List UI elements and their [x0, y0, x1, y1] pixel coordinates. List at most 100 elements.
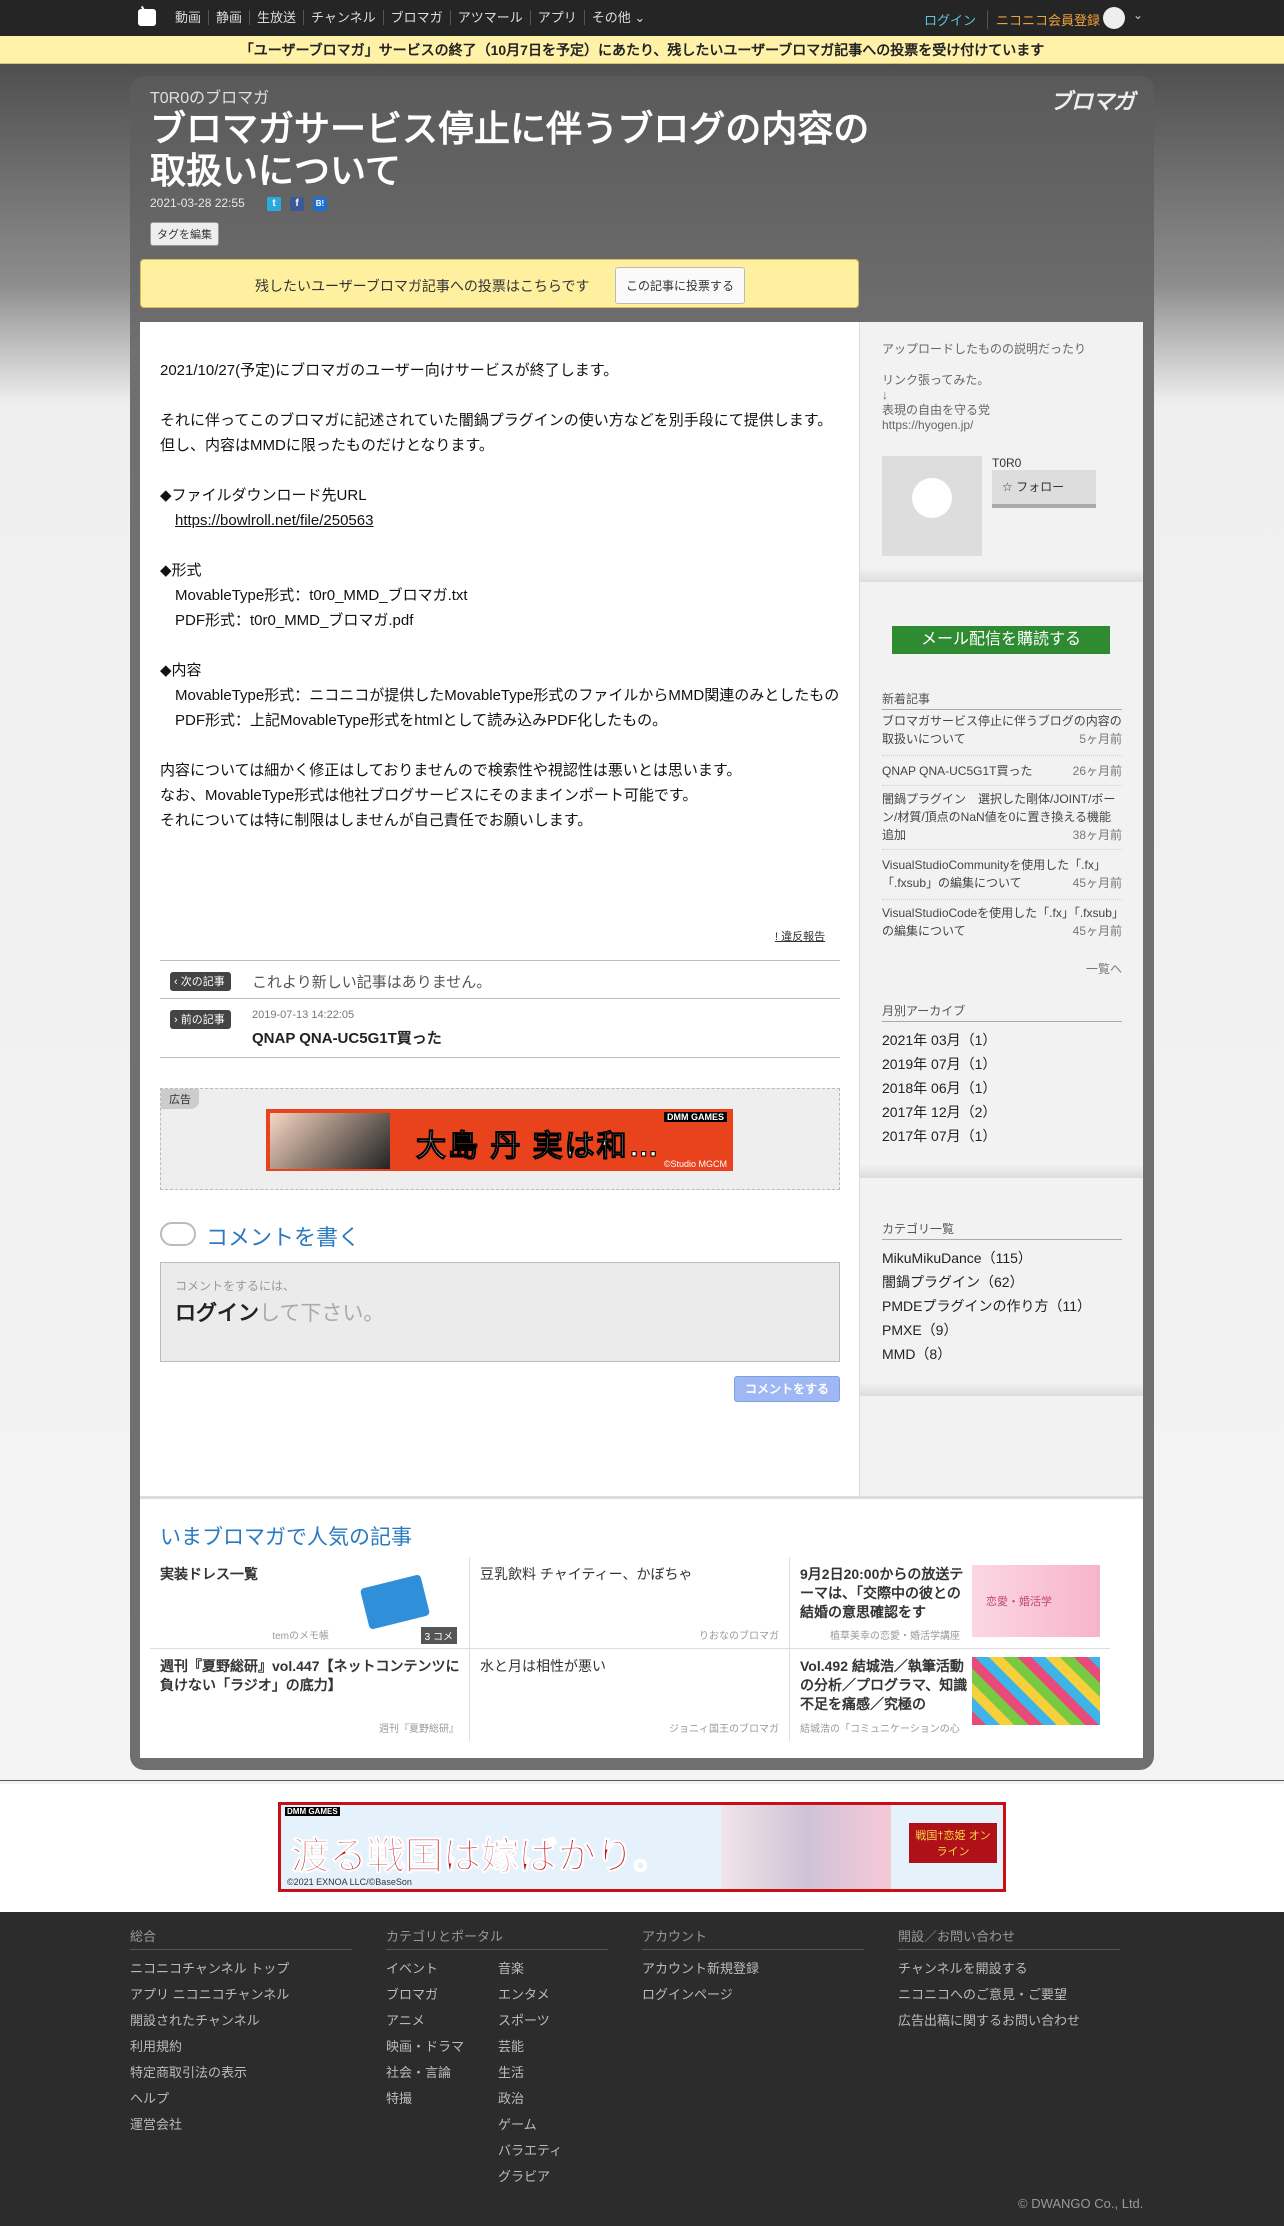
author-name[interactable]: T0R0: [992, 456, 1021, 470]
ad-banner[interactable]: 大島 丹 実は和… DMM GAMES ©Studio MGCM: [266, 1109, 733, 1171]
channel-name[interactable]: T0R0のブロマガ: [150, 84, 269, 108]
popular-item[interactable]: 実装ドレス一覧 temのメモ帳 3 コメ: [150, 1557, 470, 1649]
footer-link[interactable]: バラエティ: [498, 2140, 562, 2159]
nav-link-more[interactable]: その他 ⌄: [585, 10, 653, 25]
article-body: 2021/10/27(予定)にブロマガのユーザー向けサービスが終了します。 それ…: [160, 358, 840, 833]
follow-button[interactable]: ☆ フォロー: [992, 470, 1096, 508]
chevron-down-icon[interactable]: ⌄: [1133, 8, 1143, 22]
footer-link[interactable]: アプリ ニコニコチャンネル: [130, 1984, 289, 2003]
archive-item[interactable]: 2018年 06月（1）: [882, 1078, 996, 1098]
recent-article[interactable]: ブロマガサービス停止に伴うブログの内容の取扱いについて 5ヶ月前: [882, 712, 1122, 756]
nav-link-app[interactable]: アプリ: [531, 10, 585, 25]
footer-link[interactable]: 生活: [498, 2062, 524, 2081]
footer-ad-badge: 戦国†恋姫 オンライン: [909, 1823, 997, 1863]
recent-article[interactable]: 闇鍋プラグイン 選択した剛体/JOINT/ボーン/材質/頂点のNaN値を0に置き…: [882, 790, 1122, 850]
popular-item[interactable]: 豆乳飲料 チャイティー、かぼちゃ りおなのブロマガ: [470, 1557, 790, 1649]
comment-login-link[interactable]: ログイン: [175, 1302, 259, 1325]
recent-article-ago: 45ヶ月前: [1072, 924, 1122, 938]
facebook-share-icon[interactable]: f: [290, 197, 304, 211]
footer-link[interactable]: 特撮: [386, 2088, 412, 2107]
recent-article-ago: 5ヶ月前: [1079, 732, 1122, 746]
footer-link[interactable]: ニコニコチャンネル トップ: [130, 1958, 289, 1977]
popular-item-source: ジョニィ国王のブロマガ: [669, 1724, 779, 1735]
nav-link-atsumaru[interactable]: アツマール: [451, 10, 531, 25]
prev-article-row[interactable]: › 前の記事 2019-07-13 14:22:05 QNAP QNA-UC5G…: [160, 998, 840, 1058]
post-comment-button[interactable]: コメントをする: [734, 1376, 840, 1402]
nav-link-blomaga[interactable]: ブロマガ: [384, 10, 451, 25]
popular-item[interactable]: 週刊『夏野総研』vol.447【ネットコンテンツに負けない「ラジオ」の底力】 週…: [150, 1649, 470, 1741]
recent-article[interactable]: VisualStudioCodeを使用した「.fx」「.fxsub」の編集につい…: [882, 904, 1122, 944]
footer-link[interactable]: エンタメ: [498, 1984, 550, 2003]
download-heading: ◆ファイルダウンロード先URL: [160, 487, 367, 504]
footer-link[interactable]: スポーツ: [498, 2010, 550, 2029]
nav-link-seiga[interactable]: 静画: [209, 10, 251, 25]
archive-item[interactable]: 2021年 03月（1）: [882, 1030, 996, 1050]
edit-tags-button[interactable]: タグを編集: [150, 222, 219, 246]
sidebar-divider: [860, 1382, 1143, 1396]
footer-col-account-title: アカウント: [642, 1926, 864, 1950]
category-item[interactable]: 闇鍋プラグイン（62）: [882, 1272, 1024, 1292]
footer-link[interactable]: 特定商取引法の表示: [130, 2062, 247, 2081]
footer-link[interactable]: アカウント新規登録: [642, 1958, 759, 1977]
download-link[interactable]: https://bowlroll.net/file/250563: [175, 512, 373, 529]
footer-link[interactable]: 音楽: [498, 1958, 524, 1977]
footer-link[interactable]: アニメ: [386, 2010, 425, 2029]
twitter-share-icon[interactable]: t: [267, 197, 281, 211]
category-item[interactable]: MikuMikuDance（115）: [882, 1248, 1032, 1268]
user-avatar[interactable]: [1103, 7, 1125, 29]
author-avatar[interactable]: [882, 456, 982, 556]
register-link[interactable]: ニコニコ会員登録: [987, 10, 1100, 29]
footer-ad-banner[interactable]: DMM GAMES 渡る戦国は嫁ばかり。 戦国†恋姫 オンライン ©2021 E…: [278, 1802, 1006, 1892]
footer-link[interactable]: ブロマガ: [386, 1984, 438, 2003]
hatena-bookmark-icon[interactable]: B!: [313, 197, 327, 211]
footer-link[interactable]: チャンネルを開設する: [898, 1958, 1028, 1977]
recent-article[interactable]: QNAP QNA-UC5G1T買った 26ヶ月前: [882, 762, 1122, 786]
footer-link[interactable]: ニコニコへのご意見・ご要望: [898, 1984, 1067, 2003]
blomaga-logo[interactable]: ブロマガ: [1050, 84, 1135, 116]
footer-link[interactable]: 運営会社: [130, 2114, 182, 2133]
footer-link[interactable]: 広告出稿に関するお問い合わせ: [898, 2010, 1080, 2029]
next-article-text: これより新しい記事はありません。: [252, 974, 492, 991]
popular-item[interactable]: Vol.492 結城浩／執筆活動の分析／プログラマ、知識不足を痛感／究極の 結城…: [790, 1649, 1110, 1741]
footer-link[interactable]: 芸能: [498, 2036, 524, 2055]
footer-link[interactable]: ゲーム: [498, 2114, 537, 2133]
footer-link[interactable]: ログインページ: [642, 1984, 733, 2003]
description-link[interactable]: https://hyogen.jp/: [882, 418, 1086, 433]
category-item[interactable]: PMXE（9）: [882, 1320, 957, 1340]
chevron-down-icon: ⌄: [634, 10, 646, 25]
archive-item[interactable]: 2017年 12月（2）: [882, 1102, 996, 1122]
recent-article[interactable]: VisualStudioCommunityを使用した「.fx」「.fxsub」の…: [882, 856, 1122, 900]
vote-button[interactable]: この記事に投票する: [615, 267, 746, 304]
footer-link[interactable]: 社会・言論: [386, 2062, 451, 2081]
archive-item[interactable]: 2019年 07月（1）: [882, 1054, 996, 1074]
popular-item[interactable]: 9月2日20:00からの放送テーマは、「交際中の彼との結婚の意思確認をす 恋愛・…: [790, 1557, 1110, 1649]
footer-link[interactable]: イベント: [386, 1958, 438, 1977]
article-paragraph: なお、MovableType形式は他社ブログサービスにそのままインポート可能です…: [160, 787, 698, 804]
footer-link[interactable]: グラビア: [498, 2166, 550, 2185]
niconico-logo-icon[interactable]: [138, 9, 156, 26]
category-item[interactable]: PMDEプラグインの作り方（11）: [882, 1296, 1091, 1316]
footer-link[interactable]: 利用規約: [130, 2036, 182, 2055]
service-end-notice[interactable]: 「ユーザーブロマガ」サービスの終了（10月7日を予定）にあたり、残したいユーザー…: [0, 36, 1284, 64]
report-link[interactable]: ! 違反報告: [775, 928, 825, 944]
footer-link[interactable]: 開設されたチャンネル: [130, 2010, 260, 2029]
nav-link-video[interactable]: 動画: [168, 10, 210, 25]
footer-link[interactable]: 映画・ドラマ: [386, 2036, 464, 2055]
archive-item[interactable]: 2017年 07月（1）: [882, 1126, 996, 1146]
ad-character-image: [270, 1113, 390, 1169]
recent-article-title: QNAP QNA-UC5G1T買った: [882, 764, 1033, 778]
more-articles-link[interactable]: 一覧へ: [1086, 960, 1122, 977]
footer-link[interactable]: ヘルプ: [130, 2088, 169, 2107]
login-link[interactable]: ログイン: [924, 10, 976, 29]
popular-item[interactable]: 水と月は相性が悪い ジョニィ国王のブロマガ: [470, 1649, 790, 1741]
footer-link[interactable]: 政治: [498, 2088, 524, 2107]
recent-article-ago: 38ヶ月前: [1072, 828, 1122, 842]
comment-input[interactable]: コメントをするには、 ログインして下さい。: [160, 1262, 840, 1362]
footer-col-category-title: カテゴリとポータル: [386, 1926, 608, 1950]
prev-article-title[interactable]: QNAP QNA-UC5G1T買った: [252, 1027, 442, 1048]
nav-link-live[interactable]: 生放送: [250, 10, 305, 25]
category-item[interactable]: MMD（8）: [882, 1344, 951, 1364]
nav-link-channel[interactable]: チャンネル: [304, 10, 384, 25]
subscribe-mail-button[interactable]: メール配信を購読する: [892, 626, 1110, 654]
ad-banner-text: 大島 丹 実は和…: [416, 1130, 661, 1164]
